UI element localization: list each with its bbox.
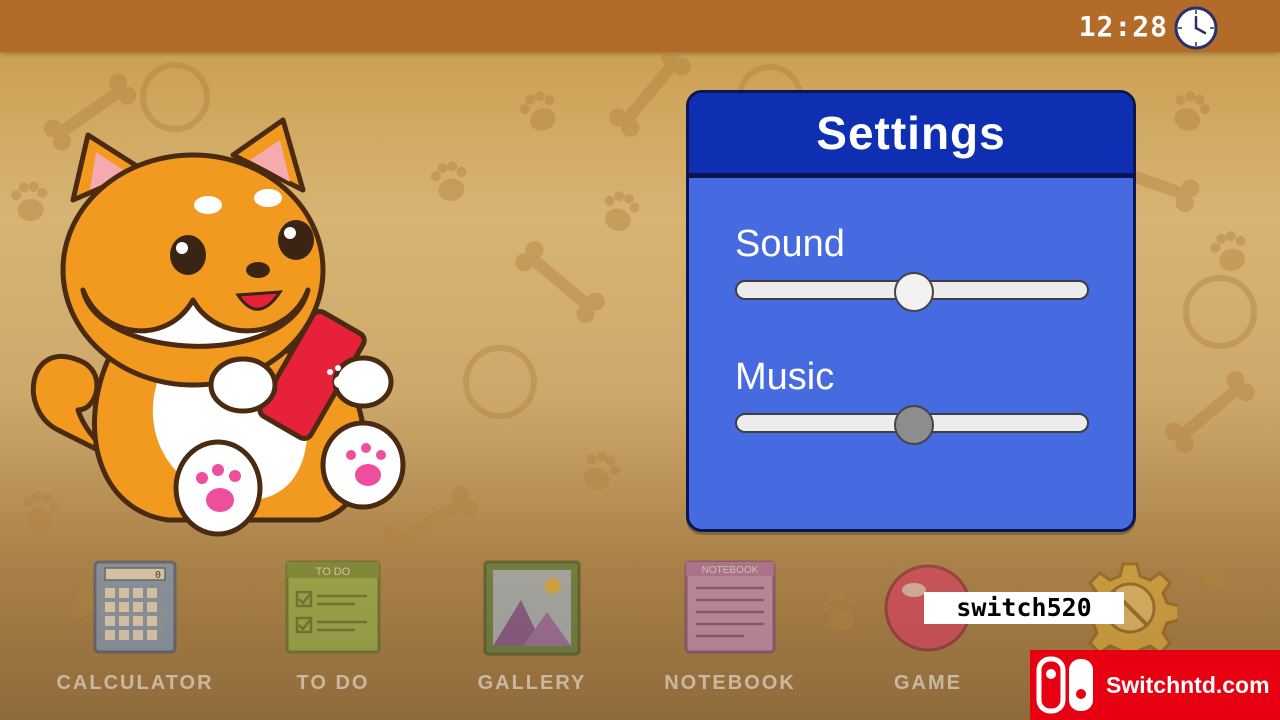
music-slider-thumb[interactable] <box>894 405 934 445</box>
settings-title: Settings <box>816 107 1006 159</box>
dock-item-calculator[interactable]: 0 CALCULATOR <box>55 560 215 700</box>
site-name: Switchntd.com <box>1106 672 1270 698</box>
clock-time: 12:28 <box>1078 10 1168 43</box>
site-watermark-badge: Switchntd.com <box>1030 650 1280 720</box>
dock-label-game: GAME <box>894 672 962 694</box>
calculator-icon: 0 <box>93 560 177 654</box>
shiba-dog-illustration <box>30 117 406 537</box>
top-status-bar: 12:28 <box>0 0 1280 52</box>
dock-label-calculator: CALCULATOR <box>56 672 214 694</box>
notebook-icon: NOTEBOOK <box>684 560 776 654</box>
sound-slider[interactable] <box>735 272 1089 312</box>
settings-panel: Settings Sound Music <box>686 90 1136 532</box>
dock-label-gallery: GALLERY <box>477 672 587 694</box>
watermark-text: switch520 <box>924 592 1124 624</box>
dock-label-notebook: NOTEBOOK <box>664 672 796 694</box>
music-slider[interactable] <box>735 405 1089 445</box>
dock-item-notebook[interactable]: NOTEBOOK NOTEBOOK <box>650 560 810 700</box>
gallery-icon <box>483 560 581 656</box>
dock-item-gallery[interactable]: GALLERY <box>452 560 612 700</box>
sound-slider-thumb[interactable] <box>894 272 934 312</box>
dock-item-game[interactable]: GAME <box>848 560 1008 700</box>
switch-logo-icon <box>1036 656 1093 714</box>
dock-label-todo: TO DO <box>296 672 370 694</box>
clock-icon <box>1174 6 1218 50</box>
todo-icon: TO DO <box>285 560 381 654</box>
settings-header: Settings <box>689 93 1133 178</box>
dock-item-todo[interactable]: TO DO TO DO <box>253 560 413 700</box>
music-label: Music <box>735 356 835 398</box>
calculator-display: 0 <box>155 570 161 581</box>
notebook-icon-text: NOTEBOOK <box>702 565 759 576</box>
todo-icon-text: TO DO <box>316 566 351 578</box>
sound-label: Sound <box>735 223 845 265</box>
